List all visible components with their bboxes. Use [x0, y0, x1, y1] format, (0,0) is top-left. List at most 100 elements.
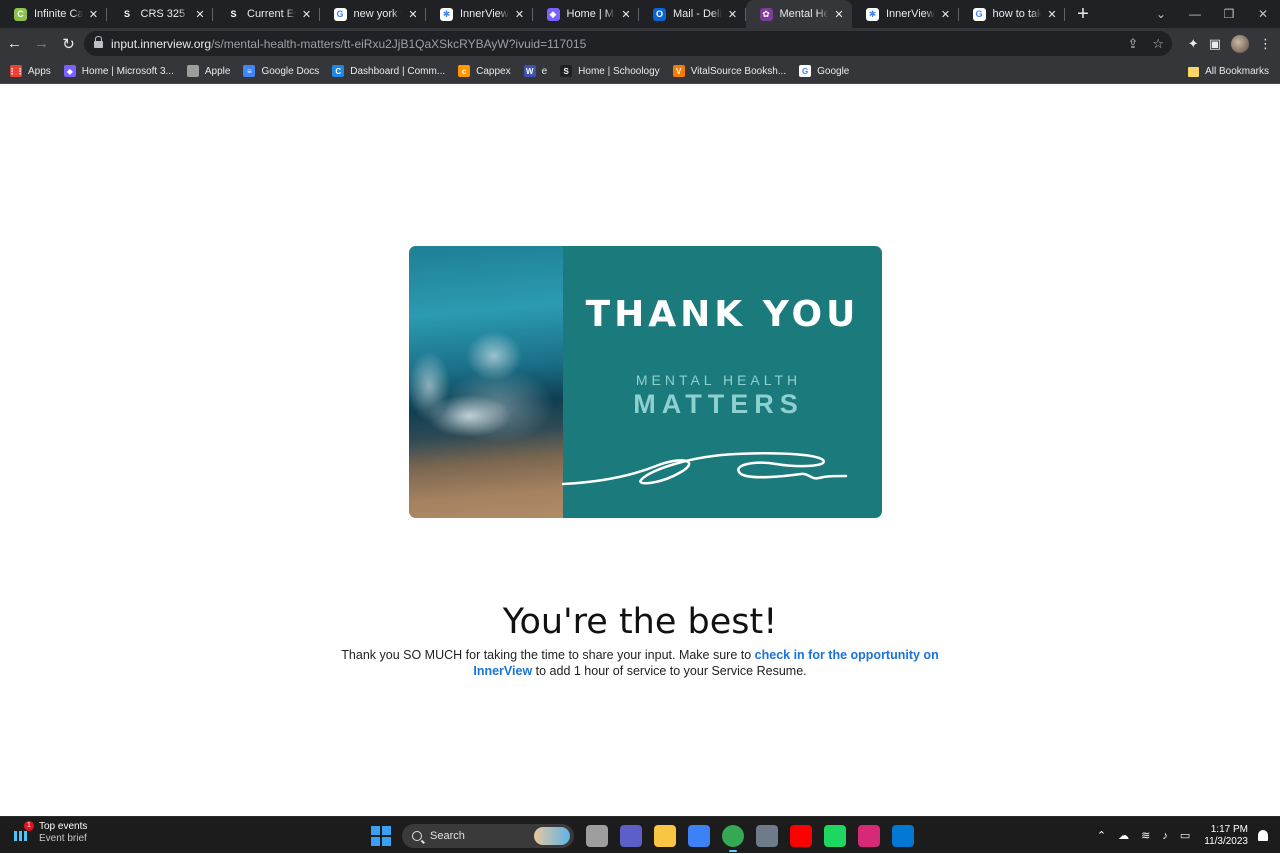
browser-tab[interactable]: ✱ InnerView ✕	[852, 0, 959, 28]
browser-tab[interactable]: Gnew york times✕	[320, 0, 427, 28]
bookmark-favicon-icon	[186, 65, 199, 77]
bookmark-favicon-icon: ⋮⋮	[8, 65, 24, 77]
tab-list: CInfinite Campus✕SCRS 325 Syllabus✕SCurr…	[0, 0, 1065, 28]
browser-tab[interactable]: O Mail - Delia R ✕	[639, 0, 746, 28]
bookmark-item[interactable]: C Dashboard | Comm...	[332, 65, 445, 77]
search-icon	[412, 830, 422, 841]
youtube-icon[interactable]	[790, 824, 812, 847]
share-icon[interactable]: ⇪	[1127, 36, 1138, 52]
browser-tab[interactable]: Ghow to take a✕	[959, 0, 1066, 28]
defender-icon[interactable]	[892, 824, 914, 847]
widget-title: Top events	[39, 821, 88, 832]
bookmark-item[interactable]: ◆ Home | Microsoft 3...	[63, 65, 174, 77]
bookmarks-bar: ⋮⋮ Apps ◆ Home | Microsoft 3... Apple ≡ Google…	[0, 59, 1280, 84]
tab-favicon-icon: ✿	[759, 7, 773, 21]
reload-button[interactable]: ↻	[56, 31, 81, 56]
bookmark-label: Apple	[204, 65, 231, 77]
bookmark-label: Google Docs	[261, 65, 320, 77]
bookmark-item[interactable]: S Home | Schoology	[560, 65, 660, 77]
widget-subtitle: Event brief	[39, 833, 87, 844]
task-view-icon[interactable]	[586, 824, 608, 847]
restore-button[interactable]: ❐	[1212, 0, 1246, 28]
tab-close-icon[interactable]: ✕	[87, 8, 101, 21]
tab-close-icon[interactable]: ✕	[406, 8, 420, 21]
tab-close-icon[interactable]: ✕	[939, 8, 953, 21]
bookmark-item[interactable]: We	[523, 65, 547, 77]
all-bookmarks-button[interactable]: All Bookmarks	[1188, 59, 1269, 84]
chrome-icon[interactable]	[722, 824, 744, 852]
spotify-icon[interactable]	[824, 824, 846, 847]
bookmark-label: Apps	[28, 65, 51, 77]
bookmark-favicon-icon: W	[523, 65, 536, 77]
tab-title: InnerView	[886, 8, 935, 20]
page-content: THANK YOU MENTAL HEALTH MATTERS You're t…	[0, 85, 1280, 816]
tab-close-icon[interactable]: ✕	[513, 8, 527, 21]
wave-squiggle-graphic	[561, 452, 848, 486]
bookmark-item[interactable]: c Cappex	[458, 65, 511, 77]
tab-favicon-icon: O	[653, 7, 666, 21]
tab-close-icon[interactable]: ✕	[619, 8, 633, 21]
wifi-icon[interactable]: ≋	[1141, 829, 1150, 842]
tab-title: how to take a	[992, 8, 1042, 20]
side-panel-icon[interactable]: ▣	[1209, 36, 1221, 52]
bookmark-item[interactable]: G Google	[799, 65, 849, 77]
browser-tab[interactable]: ◆ Home | Micros✕	[533, 0, 640, 28]
clock[interactable]: 1:17 PM 11/3/2023	[1204, 824, 1248, 848]
browser-tab[interactable]: S Current Events ✕	[213, 0, 320, 28]
chevron-up-icon[interactable]: ⌃	[1097, 829, 1106, 842]
tab-search-icon[interactable]: ⌄	[1144, 0, 1178, 28]
tab-close-icon[interactable]: ✕	[193, 8, 207, 21]
menu-icon[interactable]: ⋮	[1259, 36, 1272, 52]
battery-icon[interactable]: ▭	[1180, 829, 1190, 842]
bookmark-star-icon[interactable]: ☆	[1152, 36, 1164, 52]
url-text[interactable]: input.innerview.org/s/mental-health-matt…	[111, 37, 586, 51]
notification-bell-icon[interactable]	[1258, 830, 1268, 841]
widgets-button[interactable]: 1 Top events Event brief	[14, 821, 87, 845]
tab-close-icon[interactable]: ✕	[1045, 8, 1059, 21]
tab-close-icon[interactable]: ✕	[300, 8, 314, 21]
page-headline: You're the best!	[502, 602, 778, 642]
tab-favicon-icon: G	[972, 7, 986, 21]
tab-title: Mail - Delia R	[673, 8, 722, 20]
volume-icon[interactable]: ♪	[1162, 830, 1168, 842]
omnibox-actions: ⇪ ☆	[1127, 31, 1164, 56]
tab-favicon-icon: C	[14, 7, 27, 21]
card-subtitle-line2: MATTERS	[633, 389, 804, 419]
bookmark-favicon-icon: S	[560, 65, 573, 77]
minimize-button[interactable]: —	[1178, 0, 1212, 28]
bookmark-label: Home | Microsoft 3...	[81, 65, 174, 77]
address-bar[interactable]: input.innerview.org/s/mental-health-matt…	[84, 31, 1172, 56]
bookmark-label: Cappex	[476, 65, 511, 77]
folder-icon	[1188, 66, 1200, 77]
teams-icon[interactable]	[620, 824, 642, 847]
message-text-start: Thank you SO MUCH for taking the time to…	[341, 648, 755, 662]
bookmark-item[interactable]: ⋮⋮ Apps	[8, 65, 51, 77]
browser-tab[interactable]: ✿ Mental Health✕	[745, 0, 852, 28]
bookmark-item[interactable]: Apple	[186, 65, 231, 77]
browser-tab[interactable]: C Infinite Campus ✕	[0, 0, 107, 28]
extensions-icon[interactable]: ✦	[1188, 36, 1199, 52]
forward-button[interactable]: →	[29, 31, 54, 56]
microsoft-store-icon[interactable]	[688, 824, 710, 847]
tab-favicon-icon: ✱	[440, 7, 453, 21]
onedrive-cloud-icon[interactable]: ☁	[1118, 829, 1129, 842]
start-button[interactable]	[370, 825, 392, 847]
bookmark-item[interactable]: V VitalSource Booksh...	[672, 65, 786, 77]
tab-close-icon[interactable]: ✕	[726, 8, 740, 21]
browser-tab[interactable]: S CRS 325 Syllabus✕	[107, 0, 214, 28]
thank-you-card: THANK YOU MENTAL HEALTH MATTERS	[409, 246, 882, 518]
tab-close-icon[interactable]: ✕	[832, 8, 846, 21]
taskbar-search[interactable]: Search	[402, 823, 574, 848]
tab-favicon-icon: ✱	[866, 7, 879, 21]
system-tray: ⌃ ☁ ≋ ♪ ▭ 1:17 PM 11/3/2023	[1085, 817, 1268, 854]
back-button[interactable]: ←	[2, 31, 27, 56]
instagram-icon[interactable]	[858, 824, 880, 847]
settings-icon[interactable]	[756, 824, 778, 847]
file-explorer-icon[interactable]	[654, 824, 676, 847]
new-tab-button[interactable]: +	[1069, 0, 1097, 28]
profile-avatar[interactable]	[1231, 34, 1249, 53]
lock-icon[interactable]	[94, 36, 103, 48]
browser-tab[interactable]: ✱ InnerView - F ✕	[426, 0, 533, 28]
close-window-button[interactable]: ✕	[1246, 0, 1280, 28]
bookmark-item[interactable]: ≡ Google Docs	[243, 65, 319, 77]
